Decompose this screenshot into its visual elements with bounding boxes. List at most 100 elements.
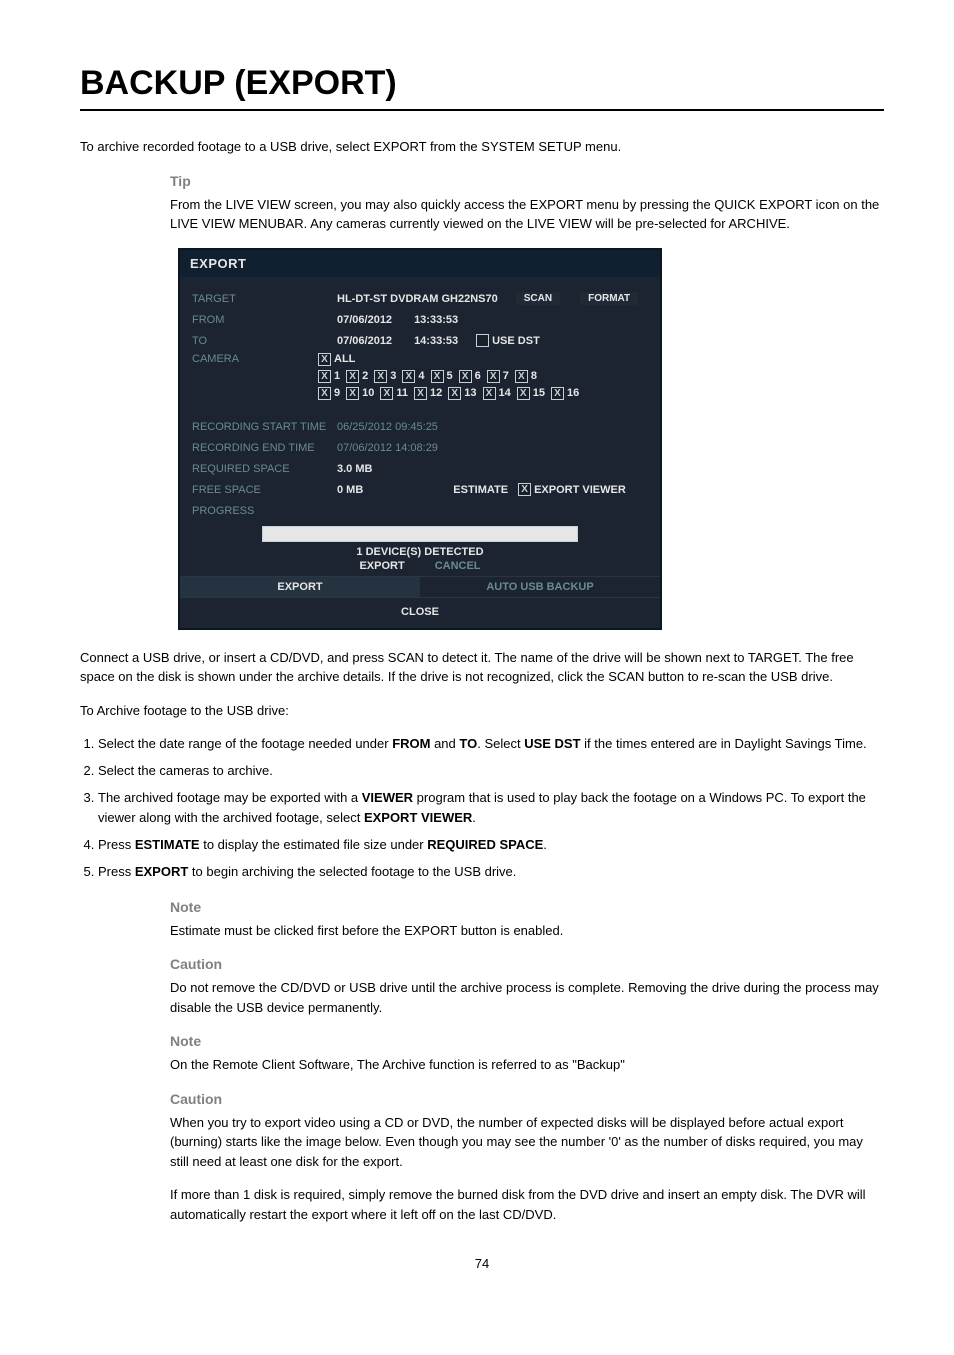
estimate-button[interactable]: ESTIMATE <box>453 484 508 496</box>
step-item: The archived footage may be exported wit… <box>98 788 884 830</box>
after-dialog-paragraph: Connect a USB drive, or insert a CD/DVD,… <box>80 648 884 687</box>
caution-label: Caution <box>170 956 884 972</box>
step-item: Press EXPORT to begin archiving the sele… <box>98 862 884 883</box>
from-time[interactable]: 13:33:53 <box>414 314 458 326</box>
camera-checkbox[interactable]: X5 <box>431 370 453 383</box>
tab-auto-usb-backup[interactable]: AUTO USB BACKUP <box>420 577 660 597</box>
camera-number-label: 9 <box>334 387 340 399</box>
tab-export[interactable]: EXPORT <box>180 577 420 597</box>
checkbox-icon: X <box>374 370 387 383</box>
export-viewer-label: EXPORT VIEWER <box>534 484 626 496</box>
camera-number-label: 1 <box>334 370 340 382</box>
checkbox-icon: X <box>346 370 359 383</box>
step-item: Press ESTIMATE to display the estimated … <box>98 835 884 856</box>
format-button[interactable]: FORMAT <box>580 292 638 305</box>
intro-paragraph: To archive recorded footage to a USB dri… <box>80 137 884 157</box>
camera-checkbox[interactable]: X11 <box>380 387 408 400</box>
camera-checkbox[interactable]: X13 <box>448 387 476 400</box>
export-dialog: EXPORT TARGET HL-DT-ST DVDRAM GH22NS70 S… <box>178 248 662 630</box>
checkbox-icon: X <box>518 483 531 496</box>
caution-text: When you try to export video using a CD … <box>170 1113 884 1172</box>
required-space-label: REQUIRED SPACE <box>192 463 337 475</box>
camera-checkbox[interactable]: X7 <box>487 370 509 383</box>
close-button[interactable]: CLOSE <box>401 606 439 618</box>
checkbox-icon: X <box>431 370 444 383</box>
archive-intro: To Archive footage to the USB drive: <box>80 701 884 721</box>
to-time[interactable]: 14:33:53 <box>414 335 458 347</box>
step-item: Select the date range of the footage nee… <box>98 734 884 755</box>
tip-label: Tip <box>170 173 884 189</box>
camera-number-label: 3 <box>390 370 396 382</box>
note-label: Note <box>170 899 884 915</box>
export-viewer-checkbox[interactable]: X EXPORT VIEWER <box>518 483 626 496</box>
camera-number-label: 14 <box>499 387 511 399</box>
devices-detected: 1 DEVICE(S) DETECTED <box>192 546 648 558</box>
checkbox-icon: X <box>483 387 496 400</box>
camera-number-label: 4 <box>418 370 424 382</box>
from-label: FROM <box>192 314 337 326</box>
rec-end-label: RECORDING END TIME <box>192 442 337 454</box>
export-button[interactable]: EXPORT <box>359 560 404 572</box>
camera-all-label: ALL <box>334 353 355 365</box>
free-space-value: 0 MB <box>337 484 363 496</box>
camera-checkbox[interactable]: X14 <box>483 387 511 400</box>
from-date[interactable]: 07/06/2012 <box>337 314 392 326</box>
camera-number-label: 16 <box>567 387 579 399</box>
rec-start-value: 06/25/2012 09:45:25 <box>337 421 438 433</box>
checkbox-icon: X <box>402 370 415 383</box>
dialog-title: EXPORT <box>180 250 660 277</box>
caution-text: If more than 1 disk is required, simply … <box>170 1185 884 1224</box>
camera-checkbox[interactable]: X6 <box>459 370 481 383</box>
use-dst-label: USE DST <box>492 335 540 347</box>
tip-text: From the LIVE VIEW screen, you may also … <box>170 195 884 234</box>
note-text: Estimate must be clicked first before th… <box>170 921 884 941</box>
to-label: TO <box>192 335 337 347</box>
camera-number-label: 10 <box>362 387 374 399</box>
checkbox-icon: X <box>318 387 331 400</box>
checkbox-icon: X <box>380 387 393 400</box>
checkbox-icon: X <box>515 370 528 383</box>
checkbox-icon: X <box>551 387 564 400</box>
camera-number-label: 2 <box>362 370 368 382</box>
camera-number-label: 12 <box>430 387 442 399</box>
camera-grid: X9X10X11X12X13X14X15X16 <box>318 387 648 400</box>
target-label: TARGET <box>192 293 337 305</box>
camera-label: CAMERA <box>192 353 318 365</box>
camera-checkbox[interactable]: X1 <box>318 370 340 383</box>
camera-number-label: 11 <box>396 387 408 399</box>
camera-checkbox[interactable]: X3 <box>374 370 396 383</box>
caution-label: Caution <box>170 1091 884 1107</box>
camera-checkbox[interactable]: X4 <box>402 370 424 383</box>
checkbox-icon: X <box>414 387 427 400</box>
camera-checkbox[interactable]: X16 <box>551 387 579 400</box>
camera-checkbox[interactable]: X15 <box>517 387 545 400</box>
camera-number-label: 5 <box>447 370 453 382</box>
steps-list: Select the date range of the footage nee… <box>80 734 884 883</box>
camera-checkbox[interactable]: X10 <box>346 387 374 400</box>
camera-all-checkbox[interactable]: X ALL <box>318 353 355 366</box>
camera-number-label: 15 <box>533 387 545 399</box>
camera-number-label: 6 <box>475 370 481 382</box>
note-label: Note <box>170 1033 884 1049</box>
checkbox-icon: X <box>318 370 331 383</box>
camera-checkbox[interactable]: X2 <box>346 370 368 383</box>
page-number: 74 <box>80 1254 884 1274</box>
scan-button[interactable]: SCAN <box>516 292 560 305</box>
required-space-value: 3.0 MB <box>337 463 372 475</box>
checkbox-icon: X <box>459 370 472 383</box>
camera-grid: X1X2X3X4X5X6X7X8 <box>318 370 648 383</box>
camera-checkbox[interactable]: X8 <box>515 370 537 383</box>
camera-checkbox[interactable]: X9 <box>318 387 340 400</box>
cancel-button[interactable]: CANCEL <box>435 560 481 572</box>
checkbox-icon: X <box>517 387 530 400</box>
checkbox-icon: X <box>476 334 489 347</box>
camera-number-label: 13 <box>464 387 476 399</box>
step-item: Select the cameras to archive. <box>98 761 884 782</box>
camera-checkbox[interactable]: X12 <box>414 387 442 400</box>
page-heading: BACKUP (EXPORT) <box>80 64 884 103</box>
caution-text: Do not remove the CD/DVD or USB drive un… <box>170 978 884 1017</box>
checkbox-icon: X <box>448 387 461 400</box>
heading-rule <box>80 109 884 111</box>
use-dst-checkbox[interactable]: X USE DST <box>476 334 540 347</box>
to-date[interactable]: 07/06/2012 <box>337 335 392 347</box>
